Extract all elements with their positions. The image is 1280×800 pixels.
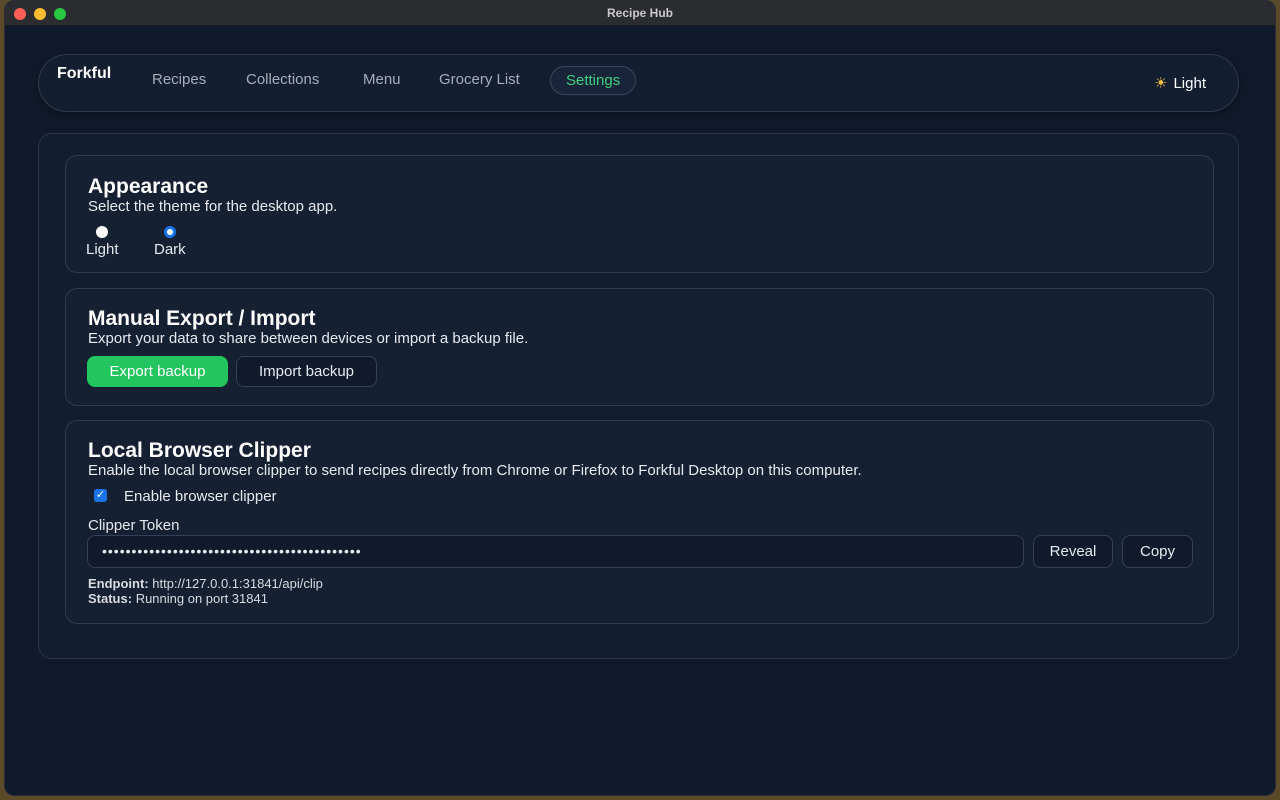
clipper-token-input[interactable]: ••••••••••••••••••••••••••••••••••••••••… xyxy=(87,535,1024,568)
reveal-token-button[interactable]: Reveal xyxy=(1033,535,1113,568)
nav-recipes[interactable]: Recipes xyxy=(152,70,206,98)
clipper-description: Enable the local browser clipper to send… xyxy=(88,462,862,479)
status-label: Status: xyxy=(88,591,133,606)
copy-token-button[interactable]: Copy xyxy=(1122,535,1193,568)
endpoint-label: Endpoint: xyxy=(88,576,149,591)
appearance-description: Select the theme for the desktop app. xyxy=(88,198,338,215)
endpoint-line: Endpoint: http://127.0.0.1:31841/api/cli… xyxy=(88,576,323,591)
radio-light-label: Light xyxy=(86,241,119,258)
endpoint-value: http://127.0.0.1:31841/api/clip xyxy=(152,576,323,591)
settings-panel: Appearance Select the theme for the desk… xyxy=(38,133,1239,659)
status-value: Running on port 31841 xyxy=(135,591,268,606)
import-backup-button[interactable]: Import backup xyxy=(236,356,377,387)
theme-option-dark[interactable]: Dark xyxy=(154,226,186,258)
brand-logo[interactable]: Forkful xyxy=(57,65,111,83)
appearance-title: Appearance xyxy=(88,175,209,198)
status-line: Status: Running on port 31841 xyxy=(88,591,268,606)
export-import-title: Manual Export / Import xyxy=(88,307,316,330)
nav-settings[interactable]: Settings xyxy=(550,66,637,95)
top-navbar: Forkful Recipes Collections Menu Grocery… xyxy=(38,54,1239,112)
nav-collections[interactable]: Collections xyxy=(246,70,319,98)
radio-dark-label: Dark xyxy=(154,241,186,258)
clipper-title: Local Browser Clipper xyxy=(88,439,311,462)
enable-clipper-checkbox[interactable]: ✓ xyxy=(94,489,107,502)
theme-option-light[interactable]: Light xyxy=(86,226,119,258)
nav-grocery-list[interactable]: Grocery List xyxy=(439,70,520,98)
export-import-description: Export your data to share between device… xyxy=(88,330,529,347)
nav-menu[interactable]: Menu xyxy=(363,70,401,98)
radio-light[interactable] xyxy=(96,226,109,238)
app-window: Recipe Hub Forkful Recipes Collections M… xyxy=(4,0,1276,796)
window-title: Recipe Hub xyxy=(606,6,673,20)
title-bar: Recipe Hub xyxy=(5,1,1275,26)
theme-toggle-label: Light xyxy=(1173,75,1206,92)
clipper-token-label: Clipper Token xyxy=(88,517,180,534)
radio-dark[interactable] xyxy=(163,226,176,238)
export-import-card: Manual Export / Import Export your data … xyxy=(65,288,1214,406)
enable-clipper-label[interactable]: Enable browser clipper xyxy=(124,488,277,505)
browser-clipper-card: Local Browser Clipper Enable the local b… xyxy=(65,420,1214,624)
appearance-card: Appearance Select the theme for the desk… xyxy=(65,155,1214,273)
theme-toggle-button[interactable]: ☀ Light xyxy=(1154,74,1206,92)
export-backup-button[interactable]: Export backup xyxy=(87,356,228,387)
sun-icon: ☀ xyxy=(1154,75,1168,92)
